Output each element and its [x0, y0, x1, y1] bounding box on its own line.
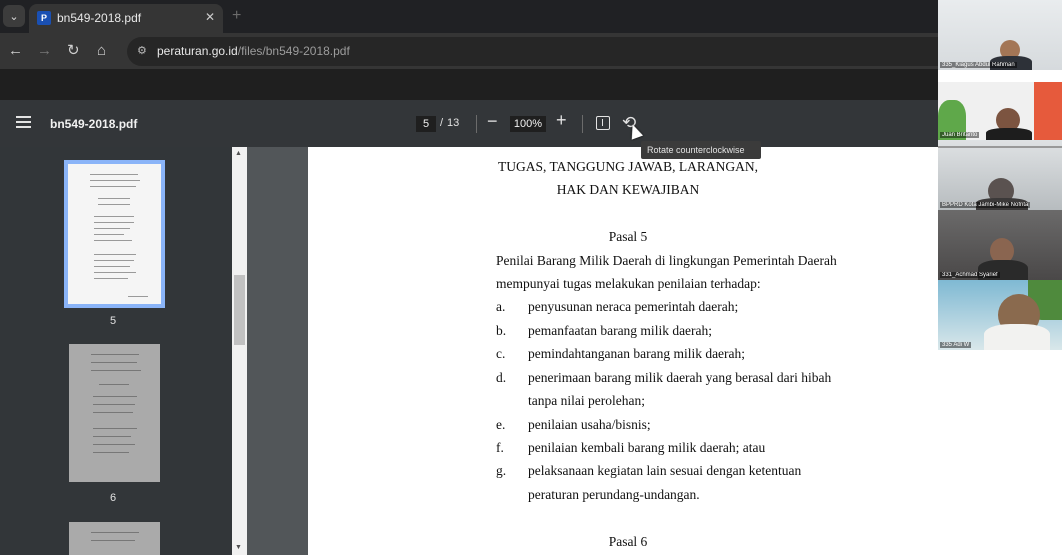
participant-video-tile[interactable]: Juan Britanto: [938, 70, 1062, 140]
tab-search-button[interactable]: ⌄: [3, 5, 25, 27]
gallery-empty-area: [938, 350, 1062, 555]
pdf-title: bn549-2018.pdf: [50, 117, 138, 131]
list-item-text: pemindahtanganan barang milik daerah;: [528, 346, 746, 361]
browser-tab-active[interactable]: P bn549-2018.pdf ✕: [29, 4, 223, 33]
thumbnail-label: 5: [110, 315, 117, 327]
page-total: 13: [447, 117, 460, 129]
participant-video-tile[interactable]: 335_Kiagus Abdul Rahman: [938, 0, 1062, 70]
zoom-out-icon[interactable]: −: [487, 111, 498, 132]
site-info-icon[interactable]: ⚙: [137, 45, 149, 57]
home-icon[interactable]: ⌂: [97, 42, 106, 60]
browser-toolbar: ← → ↻ ⌂ ⚙ peraturan.go.id/files/bn549-20…: [0, 33, 938, 69]
pasal-6-title: Pasal 6: [608, 534, 648, 549]
participant-video-tile[interactable]: BPPRD Kota Jambi-Mike Nofrita: [938, 140, 1062, 210]
intro-text-line1: Penilai Barang Milik Daerah di lingkunga…: [496, 253, 837, 268]
list-item-letter: c.: [496, 346, 506, 361]
thumbnail-image: [68, 164, 161, 304]
back-arrow-icon[interactable]: ←: [8, 42, 23, 60]
pdf-page: TUGAS, TANGGUNG JAWAB, LARANGAN, HAK DAN…: [308, 147, 988, 555]
tab-close-icon[interactable]: ✕: [205, 10, 215, 24]
thumbnail-page-6[interactable]: [69, 344, 160, 482]
scroll-down-arrow-icon[interactable]: ▼: [235, 544, 242, 551]
scroll-up-arrow-icon[interactable]: ▲: [235, 150, 242, 157]
list-item-text: penilaian usaha/bisnis;: [528, 417, 651, 432]
toolbar-spacer: [0, 69, 938, 100]
list-item-text: pemanfaatan barang milik daerah;: [528, 323, 713, 338]
browser-tab-strip: ⌄ P bn549-2018.pdf ✕ +: [0, 0, 938, 33]
thumbnail-label: 6: [110, 492, 117, 504]
participant-name: BPPRD Kota Jambi-Mike Nofrita: [940, 202, 1031, 208]
toolbar-divider: [582, 115, 583, 133]
pdf-toolbar: bn549-2018.pdf 5 / 13 − 100% + ⟲: [0, 100, 938, 147]
rotate-tooltip: Rotate counterclockwise: [641, 141, 761, 159]
list-item-letter: d.: [496, 370, 507, 385]
intro-text-line2: mempunyai tugas melakukan penilaian terh…: [496, 276, 761, 291]
thumbnail-page-7[interactable]: [69, 522, 160, 555]
url-domain: peraturan.go.id: [157, 44, 238, 58]
participant-name: 335 Adi W: [940, 342, 972, 348]
pasal-5-title: Pasal 5: [608, 229, 648, 244]
address-bar[interactable]: ⚙ peraturan.go.id/files/bn549-2018.pdf: [127, 37, 938, 66]
tab-title: bn549-2018.pdf: [57, 11, 142, 25]
participant-name: 335_Kiagus Abdul Rahman: [940, 62, 1017, 68]
chapter-heading-line1: TUGAS, TANGGUNG JAWAB, LARANGAN,: [497, 159, 759, 174]
fit-to-page-icon[interactable]: [596, 116, 610, 130]
list-item-text: penyusunan neraca pemerintah daerah;: [528, 299, 739, 314]
page-separator: /: [440, 117, 444, 129]
list-item-text: pelaksanaan kegiatan lain sesuai dengan …: [528, 463, 802, 478]
list-item-text-continued: tanpa nilai perolehan;: [528, 393, 645, 408]
zoom-in-icon[interactable]: +: [556, 110, 567, 131]
page-number-input[interactable]: 5: [416, 116, 436, 132]
participant-name: 331_Achmad Syarief: [940, 272, 1000, 278]
list-item-text-continued: peraturan perundang-undangan.: [528, 487, 700, 502]
forward-arrow-icon[interactable]: →: [37, 42, 52, 60]
sidebar-scrollbar[interactable]: [232, 147, 247, 555]
url-path: /files/bn549-2018.pdf: [237, 44, 350, 58]
pdf-favicon-icon: P: [37, 11, 51, 25]
zoom-input[interactable]: 100%: [510, 116, 546, 132]
new-tab-icon[interactable]: +: [232, 8, 241, 24]
participant-video-tile[interactable]: 331_Achmad Syarief: [938, 210, 1062, 280]
chapter-heading-line2: HAK DAN KEWAJIBAN: [556, 182, 700, 197]
sidebar-scrollbar-thumb[interactable]: [234, 275, 245, 345]
participant-name: Juan Britanto: [940, 132, 980, 138]
list-item-text: penerimaan barang milik daerah yang bera…: [528, 370, 832, 385]
toolbar-divider: [476, 115, 477, 133]
url-text: peraturan.go.id/files/bn549-2018.pdf: [157, 44, 350, 58]
participant-video-tile[interactable]: 335 Adi W: [938, 280, 1062, 350]
hamburger-menu-icon[interactable]: [16, 116, 31, 128]
list-item-letter: b.: [496, 323, 507, 338]
list-item-letter: f.: [496, 440, 504, 455]
list-item-text: penilaian kembali barang milik daerah; a…: [528, 440, 766, 455]
list-item-letter: g.: [496, 463, 507, 478]
list-item-letter: e.: [496, 417, 506, 432]
reload-icon[interactable]: ↻: [67, 42, 80, 60]
list-item-letter: a.: [496, 299, 506, 314]
